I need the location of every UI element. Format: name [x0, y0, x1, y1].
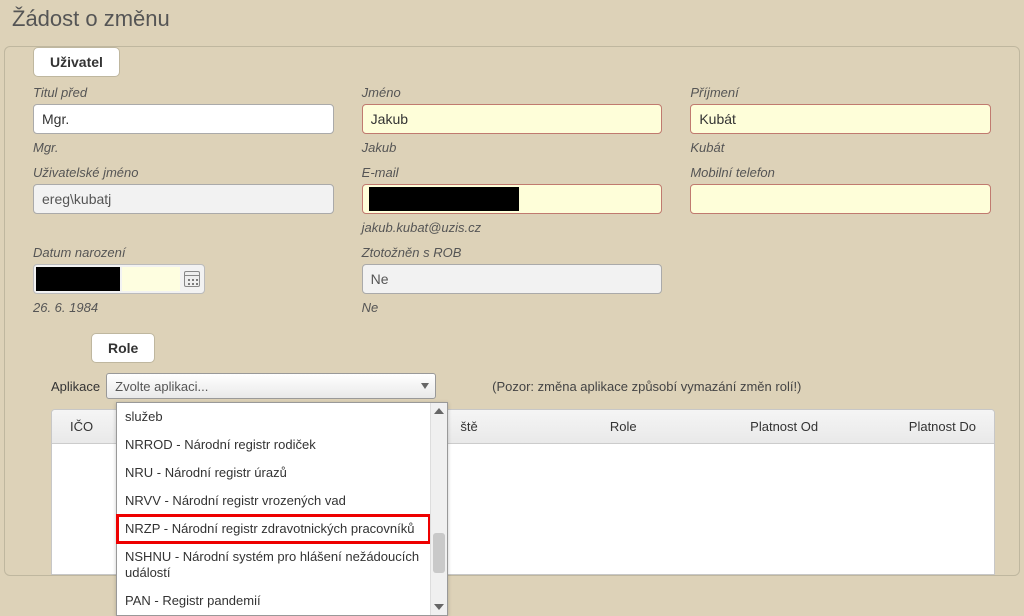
rob-input [362, 264, 663, 294]
dropdown-item[interactable]: služeb [117, 403, 430, 431]
chevron-down-icon [421, 383, 429, 389]
rob-sub: Ne [362, 300, 663, 315]
dob-redacted [36, 267, 120, 291]
aplikace-select[interactable]: Zvolte aplikaci... [106, 373, 436, 399]
page-title: Žádost o změnu [4, 0, 1020, 46]
aplikace-label: Aplikace [51, 379, 100, 394]
calendar-icon[interactable] [184, 271, 200, 287]
aplikace-select-text: Zvolte aplikaci... [115, 379, 208, 394]
dob-empty [122, 267, 180, 291]
rob-label: Ztotožněn s ROB [362, 245, 663, 260]
dropdown-item[interactable]: NRU - Národní registr úrazů [117, 459, 430, 487]
scroll-thumb[interactable] [433, 533, 445, 573]
role-legend: Role [91, 333, 155, 363]
prijmeni-label: Příjmení [690, 85, 991, 100]
user-fieldset: Uživatel Titul před Mgr. Jméno Jakub Pří… [23, 63, 1001, 325]
phone-input[interactable] [690, 184, 991, 214]
scroll-down-icon[interactable] [431, 599, 447, 615]
email-redacted [369, 187, 519, 211]
titul-pred-sub: Mgr. [33, 140, 334, 155]
dropdown-item[interactable]: PAN - Registr pandemií [117, 587, 430, 615]
dob-label: Datum narození [33, 245, 334, 260]
prijmeni-sub: Kubát [690, 140, 991, 155]
dropdown-item[interactable]: NRVV - Národní registr vrozených vad [117, 487, 430, 515]
titul-pred-label: Titul před [33, 85, 334, 100]
email-label: E-mail [362, 165, 663, 180]
scroll-up-icon[interactable] [431, 403, 447, 419]
aplikace-dropdown[interactable]: služebNRROD - Národní registr rodičekNRU… [116, 402, 448, 616]
dropdown-item[interactable]: NRZP - Národní registr zdravotnických pr… [117, 515, 430, 543]
jmeno-label: Jméno [362, 85, 663, 100]
col-jmeno-suffix: ště [442, 419, 591, 434]
aplikace-warning: (Pozor: změna aplikace způsobí vymazání … [492, 379, 801, 394]
dropdown-item[interactable]: NSHNU - Národní systém pro hlášení nežád… [117, 543, 430, 587]
col-platnost-do: Platnost Do [891, 419, 994, 434]
email-input[interactable] [362, 184, 663, 214]
username-input [33, 184, 334, 214]
col-role: Role [592, 419, 732, 434]
dob-input-wrap[interactable] [33, 264, 205, 294]
user-legend: Uživatel [33, 47, 120, 77]
email-sub: jakub.kubat@uzis.cz [362, 220, 663, 235]
dob-sub: 26. 6. 1984 [33, 300, 334, 315]
col-platnost-od: Platnost Od [732, 419, 891, 434]
username-label: Uživatelské jméno [33, 165, 334, 180]
phone-label: Mobilní telefon [690, 165, 991, 180]
dropdown-scrollbar[interactable] [430, 403, 447, 615]
prijmeni-input[interactable] [690, 104, 991, 134]
titul-pred-input[interactable] [33, 104, 334, 134]
dropdown-item[interactable]: NRROD - Národní registr rodiček [117, 431, 430, 459]
jmeno-input[interactable] [362, 104, 663, 134]
jmeno-sub: Jakub [362, 140, 663, 155]
